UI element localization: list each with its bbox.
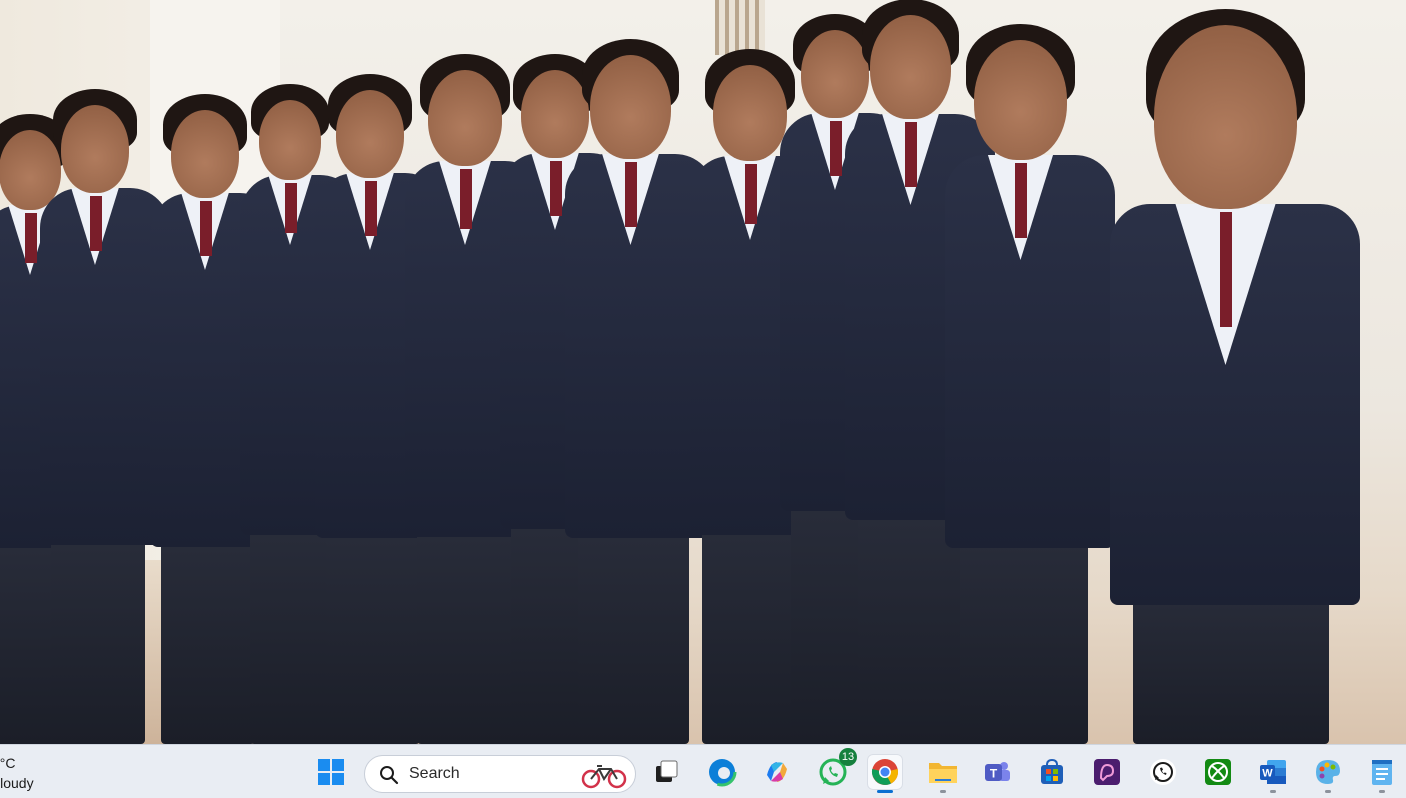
svg-text:T: T	[990, 767, 998, 781]
tie-shape	[460, 169, 472, 229]
word-icon: W	[1260, 760, 1286, 784]
weather-widget[interactable]: 1°C Cloudy	[0, 753, 120, 793]
face-shape	[428, 70, 502, 166]
face-shape	[870, 15, 951, 119]
whatsapp-web-button[interactable]	[1145, 754, 1181, 790]
person-figure	[1110, 9, 1360, 744]
face-shape	[590, 55, 671, 159]
photo-window	[715, 0, 765, 55]
running-indicator	[1325, 790, 1331, 793]
microsoft-store-button[interactable]	[1034, 754, 1070, 790]
start-button[interactable]	[313, 754, 349, 790]
whatsapp-button[interactable]: 13	[815, 748, 857, 790]
tie-shape	[1015, 163, 1027, 238]
task-view-icon	[656, 760, 678, 782]
teams-button[interactable]: T	[979, 754, 1015, 790]
tie-shape	[830, 121, 842, 176]
edge-button[interactable]	[704, 754, 740, 790]
tie-shape	[625, 162, 637, 227]
face-shape	[61, 105, 129, 193]
search-icon	[380, 766, 399, 785]
weather-condition: Cloudy	[0, 775, 34, 791]
file-explorer-button[interactable]	[925, 754, 961, 793]
tie-shape	[200, 201, 212, 256]
face-shape	[974, 40, 1067, 160]
tie-shape	[25, 213, 37, 263]
edge-icon	[707, 757, 737, 787]
face-shape	[1154, 25, 1297, 209]
tie-shape	[550, 161, 562, 216]
search-label: Search	[409, 765, 460, 782]
weather-temperature: 1°C	[0, 755, 16, 771]
palette-icon	[1316, 760, 1340, 784]
tie-shape	[365, 181, 377, 236]
xbox-button[interactable]	[1200, 754, 1236, 790]
chrome-icon	[871, 759, 898, 785]
svg-text:W: W	[1262, 768, 1273, 780]
tie-shape	[90, 196, 102, 251]
person-figure	[945, 24, 1115, 744]
folder-icon	[929, 763, 957, 783]
running-indicator	[1379, 790, 1385, 793]
teams-icon: T	[985, 762, 1010, 781]
paint-button[interactable]	[1310, 754, 1346, 793]
trousers-shape	[51, 513, 145, 744]
tie-shape	[745, 164, 757, 224]
xbox-icon	[1205, 759, 1231, 785]
word-button[interactable]: W	[1255, 754, 1291, 793]
active-indicator	[877, 790, 893, 793]
notification-badge: 13	[839, 748, 857, 766]
notepad-icon	[1372, 760, 1392, 785]
tie-shape	[1220, 212, 1232, 327]
windows-icon	[318, 759, 344, 785]
tie-shape	[285, 183, 297, 233]
chrome-button[interactable]	[867, 754, 903, 793]
face-shape	[336, 90, 404, 178]
face-shape	[171, 110, 239, 198]
background-photo	[0, 0, 1406, 744]
person-figure	[40, 89, 170, 744]
notepad-button[interactable]	[1364, 754, 1400, 793]
trousers-shape	[578, 504, 689, 744]
search-box[interactable]: Search	[364, 755, 636, 793]
face-shape	[259, 100, 321, 180]
bicycle-icon	[581, 765, 627, 789]
running-indicator	[940, 790, 946, 793]
whatsapp-web-icon	[1150, 759, 1176, 785]
tie-shape	[905, 122, 917, 187]
taskbar: 1°C Cloudy	[0, 744, 1406, 798]
app-button[interactable]	[1089, 754, 1125, 790]
face-shape	[713, 65, 787, 161]
copilot-button[interactable]	[759, 754, 795, 790]
running-indicator	[1270, 790, 1276, 793]
task-view-button[interactable]	[648, 754, 684, 790]
app-icon	[1094, 759, 1120, 785]
copilot-icon	[767, 762, 787, 782]
store-icon	[1041, 758, 1063, 784]
person-figure	[565, 39, 715, 744]
